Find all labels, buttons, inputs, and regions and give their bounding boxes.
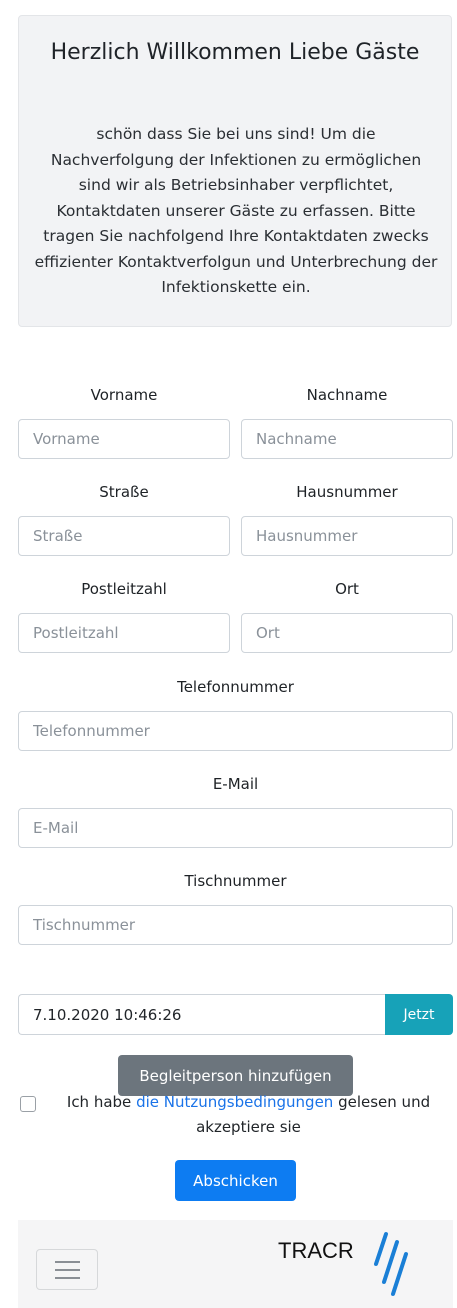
strasse-input[interactable] bbox=[18, 516, 230, 556]
telefon-input[interactable] bbox=[18, 711, 453, 751]
hamburger-menu-icon-line bbox=[55, 1277, 80, 1279]
datetime-input[interactable] bbox=[18, 994, 386, 1035]
terms-checkbox[interactable] bbox=[20, 1096, 36, 1112]
hausnummer-label: Hausnummer bbox=[296, 483, 398, 501]
welcome-jumbotron: Herzlich Willkommen Liebe Gäste schön da… bbox=[18, 15, 452, 327]
plz-input[interactable] bbox=[18, 613, 230, 653]
jetzt-button[interactable]: Jetzt bbox=[385, 994, 453, 1035]
tisch-label: Tischnummer bbox=[184, 872, 287, 890]
terms-text-before: Ich habe bbox=[66, 1093, 137, 1111]
welcome-text: schön dass Sie bei uns sind! Um die Nach… bbox=[34, 125, 438, 296]
terms-text: Ich habe die Nutzungsbedingungen gelesen… bbox=[44, 1090, 453, 1140]
email-input[interactable] bbox=[18, 808, 453, 848]
hamburger-menu-icon-line bbox=[55, 1269, 80, 1271]
email-label: E-Mail bbox=[212, 775, 259, 793]
hamburger-menu-icon bbox=[55, 1261, 80, 1263]
tisch-input[interactable] bbox=[18, 905, 453, 945]
tracr-logo-text: TRACR bbox=[278, 1238, 354, 1263]
tracr-logo[interactable]: TRACR bbox=[276, 1228, 416, 1298]
ort-input[interactable] bbox=[241, 613, 453, 653]
strasse-label: Straße bbox=[99, 483, 149, 501]
terms-link[interactable]: die Nutzungsbedingungen bbox=[136, 1093, 333, 1111]
hausnummer-input[interactable] bbox=[241, 516, 453, 556]
plz-label: Postleitzahl bbox=[81, 580, 167, 598]
bottom-navbar: TRACR bbox=[18, 1220, 453, 1308]
ort-label: Ort bbox=[335, 580, 359, 598]
nachname-label: Nachname bbox=[306, 386, 388, 404]
navbar-toggler[interactable] bbox=[36, 1249, 98, 1290]
submit-button[interactable]: Abschicken bbox=[175, 1160, 296, 1201]
vorname-label: Vorname bbox=[90, 386, 158, 404]
nachname-input[interactable] bbox=[241, 419, 453, 459]
welcome-title: Herzlich Willkommen Liebe Gäste bbox=[50, 40, 420, 65]
telefon-label: Telefonnummer bbox=[177, 678, 294, 696]
vorname-input[interactable] bbox=[18, 419, 230, 459]
